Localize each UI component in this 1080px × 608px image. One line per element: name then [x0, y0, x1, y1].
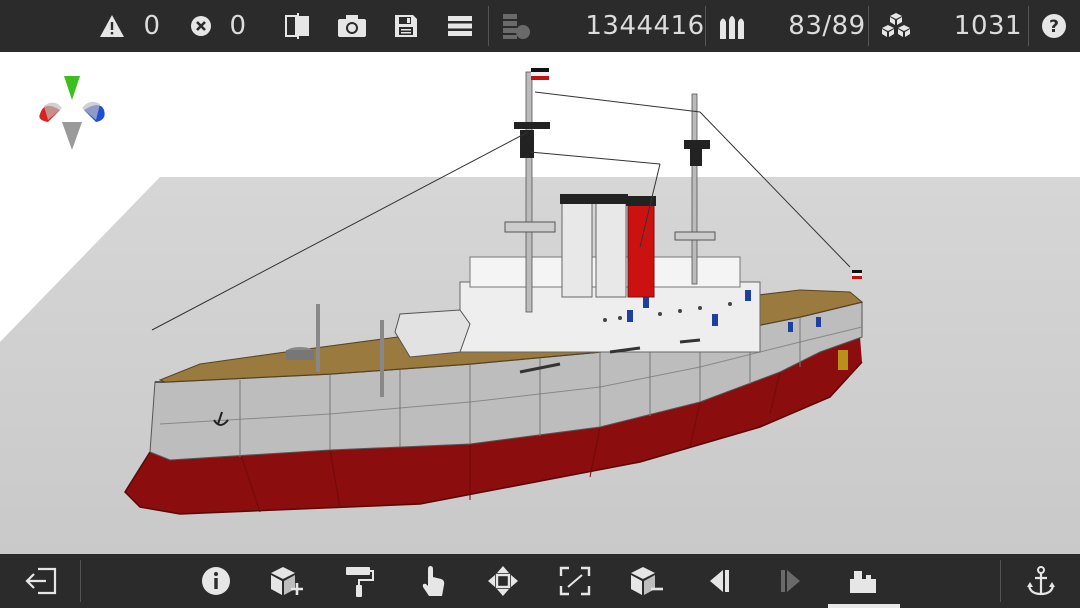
toolbar-divider — [80, 560, 81, 602]
orientation-gizmo[interactable] — [34, 74, 110, 154]
toolbar-divider — [488, 6, 489, 46]
toolbar-divider — [1000, 560, 1001, 602]
parts-icon — [876, 0, 916, 52]
scale-icon[interactable] — [548, 554, 602, 608]
info-icon[interactable] — [189, 554, 243, 608]
save-icon[interactable] — [388, 0, 424, 52]
help-icon[interactable]: ? — [1036, 0, 1072, 52]
polygon-count: 1344416 — [585, 11, 705, 41]
menu-icon[interactable] — [442, 0, 478, 52]
toolbar-divider — [1028, 6, 1029, 46]
ship-model-render — [0, 68, 1080, 554]
error-icon[interactable] — [186, 0, 216, 52]
parts-count: 1031 — [953, 11, 1023, 41]
bottom-toolbar — [0, 554, 1080, 608]
toolbar-divider — [868, 6, 869, 46]
exit-icon[interactable] — [14, 554, 68, 608]
errors-count: 0 — [229, 11, 247, 41]
ship-mode-icon[interactable] — [836, 554, 890, 608]
ammo-icon — [714, 0, 750, 52]
move-icon[interactable] — [476, 554, 530, 608]
warnings-count: 0 — [143, 11, 161, 41]
previous-icon[interactable] — [692, 554, 746, 608]
anchor-icon[interactable] — [1014, 554, 1068, 608]
3d-viewport[interactable] — [0, 52, 1080, 554]
toolbar-divider — [705, 6, 706, 46]
warning-icon[interactable] — [96, 0, 128, 52]
remove-part-icon[interactable] — [620, 554, 674, 608]
top-toolbar: 0 0 1344416 83/89 1031 ? — [0, 0, 1080, 52]
ammo-count: 83/89 — [788, 11, 866, 41]
split-view-icon[interactable] — [280, 0, 316, 52]
active-tab-indicator — [828, 604, 900, 608]
polygons-icon — [498, 0, 534, 52]
paint-roller-icon[interactable] — [332, 554, 386, 608]
add-part-icon[interactable] — [260, 554, 314, 608]
svg-text:?: ? — [1049, 17, 1059, 37]
hand-icon[interactable] — [406, 554, 460, 608]
camera-icon[interactable] — [334, 0, 370, 52]
next-icon[interactable] — [764, 554, 818, 608]
